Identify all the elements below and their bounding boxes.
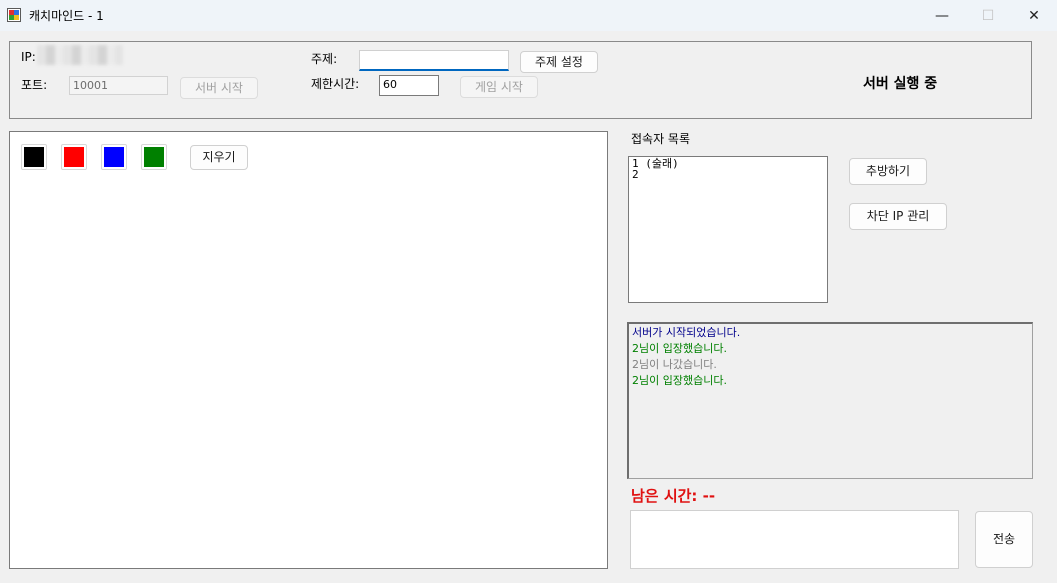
color-blue-button[interactable] bbox=[101, 144, 127, 170]
ban-ip-manage-button[interactable]: 차단 IP 관리 bbox=[849, 203, 947, 230]
color-swatch bbox=[64, 147, 84, 167]
window-title: 캐치마인드 - 1 bbox=[29, 9, 104, 23]
log-line: 2님이 입장했습니다. bbox=[632, 342, 727, 355]
color-swatch bbox=[104, 147, 124, 167]
clear-button[interactable]: 지우기 bbox=[190, 145, 248, 170]
topic-input[interactable] bbox=[359, 50, 509, 71]
color-green-button[interactable] bbox=[141, 144, 167, 170]
app-icon bbox=[7, 8, 21, 22]
log-line: 2님이 입장했습니다. bbox=[632, 374, 727, 387]
color-red-button[interactable] bbox=[61, 144, 87, 170]
event-log[interactable]: 서버가 시작되었습니다. 2님이 입장했습니다. 2님이 나갔습니다. 2님이 … bbox=[627, 322, 1033, 479]
drawing-canvas[interactable] bbox=[9, 131, 608, 569]
list-item[interactable]: 2 bbox=[632, 169, 824, 180]
maximize-button: ☐ bbox=[965, 0, 1011, 31]
title-bar: 캐치마인드 - 1 — ☐ ✕ bbox=[0, 0, 1057, 31]
topic-label: 주제: bbox=[311, 52, 338, 66]
minimize-button[interactable]: — bbox=[919, 0, 965, 31]
close-icon: ✕ bbox=[1028, 7, 1040, 24]
time-limit-input[interactable]: 60 bbox=[379, 75, 439, 96]
color-swatch bbox=[144, 147, 164, 167]
maximize-icon: ☐ bbox=[981, 7, 995, 24]
color-black-button[interactable] bbox=[21, 144, 47, 170]
server-status: 서버 실행 중 bbox=[863, 76, 938, 92]
users-list-title: 접속자 목록 bbox=[631, 132, 691, 146]
users-list[interactable]: 1 (술래) 2 bbox=[628, 156, 828, 303]
color-swatch bbox=[24, 147, 44, 167]
ip-label: IP: bbox=[21, 50, 36, 64]
remaining-time: 남은 시간: -- bbox=[631, 487, 716, 505]
list-item[interactable]: 1 (술래) bbox=[632, 158, 824, 169]
close-button[interactable]: ✕ bbox=[1011, 0, 1057, 31]
port-field: 10001 bbox=[69, 76, 168, 95]
kick-button[interactable]: 추방하기 bbox=[849, 158, 927, 185]
port-label: 포트: bbox=[21, 78, 48, 92]
ip-value-redacted bbox=[37, 45, 123, 65]
log-line: 서버가 시작되었습니다. bbox=[632, 326, 741, 339]
start-server-button: 서버 시작 bbox=[180, 77, 258, 99]
send-button[interactable]: 전송 bbox=[975, 511, 1033, 568]
minimize-icon: — bbox=[935, 7, 949, 24]
set-topic-button[interactable]: 주제 설정 bbox=[520, 51, 598, 73]
log-line: 2님이 나갔습니다. bbox=[632, 358, 717, 371]
message-input[interactable] bbox=[630, 510, 959, 569]
time-limit-label: 제한시간: bbox=[311, 77, 360, 91]
start-game-button: 게임 시작 bbox=[460, 76, 538, 98]
